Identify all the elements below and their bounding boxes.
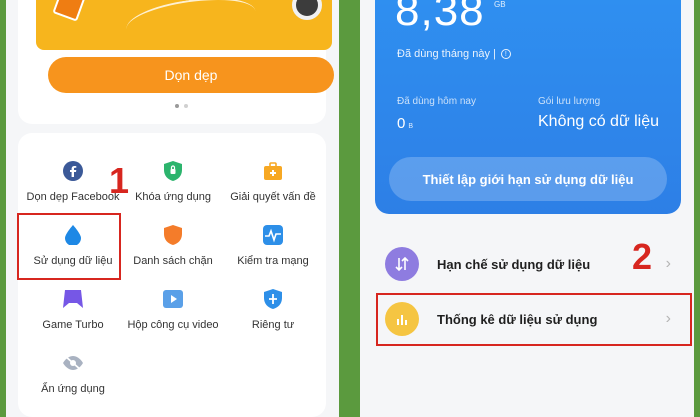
tool-label: Danh sách chặn: [133, 255, 213, 267]
tool-network-check[interactable]: Kiểm tra mạng: [223, 224, 323, 267]
month-usage-unit: GB: [494, 0, 506, 9]
network-pulse-icon: [262, 224, 284, 246]
tool-troubleshoot[interactable]: Giải quyết vấn đề: [223, 160, 323, 203]
sparkle-illustration: [123, 0, 259, 49]
step-number-2: 2: [632, 236, 653, 277]
highlight-box-data-stats: [376, 293, 692, 346]
set-data-limit-button[interactable]: Thiết lập giới hạn sử dụng dữ liệu: [389, 157, 667, 201]
toolbox-icon: [262, 160, 284, 182]
today-usage-label: Đã dùng hôm nay: [397, 96, 476, 107]
data-usage-screen: 8,38 GB Đã dùng tháng này | ! Đã dùng hô…: [360, 0, 694, 417]
today-usage-unit: B: [408, 123, 414, 130]
step-number-1: 1: [109, 160, 130, 201]
data-plan-value: Không có dữ liệu: [538, 113, 660, 130]
carousel-dot-active: [175, 104, 179, 108]
highlight-box-data-usage: [17, 213, 121, 280]
month-usage-value: 8,38: [395, 0, 485, 35]
tool-video-toolbox[interactable]: Hộp công cụ video: [123, 288, 223, 331]
data-plan-label: Gói lưu lượng: [538, 96, 601, 107]
tool-label: Game Turbo: [42, 319, 104, 331]
clean-button[interactable]: Dọn dẹp: [48, 57, 334, 93]
tool-hide-apps[interactable]: Ẩn ứng dụng: [23, 352, 123, 395]
tool-label: Giải quyết vấn đề: [230, 191, 316, 203]
cleaner-card: Dọn dẹp: [18, 0, 334, 124]
tool-facebook-cleaner[interactable]: Dọn dẹp Facebook: [23, 160, 123, 203]
tool-blocklist[interactable]: Danh sách chặn: [123, 224, 223, 267]
screenshot-frame: Dọn dẹp Dọn dẹp Facebook Khóa ứng dụng G…: [0, 0, 700, 417]
facebook-icon: [62, 160, 84, 182]
tool-label: Khóa ứng dụng: [135, 191, 211, 203]
today-usage-number: 0: [397, 115, 406, 132]
info-icon[interactable]: !: [500, 49, 511, 59]
gamepad-icon: [62, 288, 84, 310]
video-toolbox-icon: [162, 288, 184, 310]
shield-lock-icon: [162, 160, 184, 182]
carousel-dot: [184, 104, 188, 108]
month-usage-label: Đã dùng tháng này | !: [397, 48, 511, 60]
block-shield-icon: [162, 224, 184, 246]
today-usage-value: 0B: [397, 115, 413, 132]
tool-app-lock[interactable]: Khóa ứng dụng: [123, 160, 223, 203]
box-illustration: [52, 0, 86, 22]
tool-privacy[interactable]: Riêng tư: [223, 288, 323, 331]
month-usage-label-text: Đã dùng tháng này |: [397, 48, 496, 60]
tool-label: Ẩn ứng dụng: [41, 383, 105, 395]
eye-off-icon: [62, 352, 84, 374]
tool-label: Kiểm tra mạng: [237, 255, 309, 267]
restrict-data-icon: [385, 247, 419, 281]
brush-illustration: [292, 0, 322, 20]
security-app-screen: Dọn dẹp Dọn dẹp Facebook Khóa ứng dụng G…: [6, 0, 339, 417]
carousel-dots: [175, 104, 188, 108]
privacy-icon: [262, 288, 284, 310]
cleaner-banner-illustration: [36, 0, 332, 50]
tool-label: Dọn dẹp Facebook: [26, 191, 120, 203]
tool-game-turbo[interactable]: Game Turbo: [23, 288, 123, 331]
data-usage-summary-card: 8,38 GB Đã dùng tháng này | ! Đã dùng hô…: [375, 0, 681, 214]
tool-label: Riêng tư: [251, 319, 295, 331]
tool-label: Hộp công cụ video: [127, 319, 219, 331]
chevron-right-icon: ›: [665, 255, 671, 272]
